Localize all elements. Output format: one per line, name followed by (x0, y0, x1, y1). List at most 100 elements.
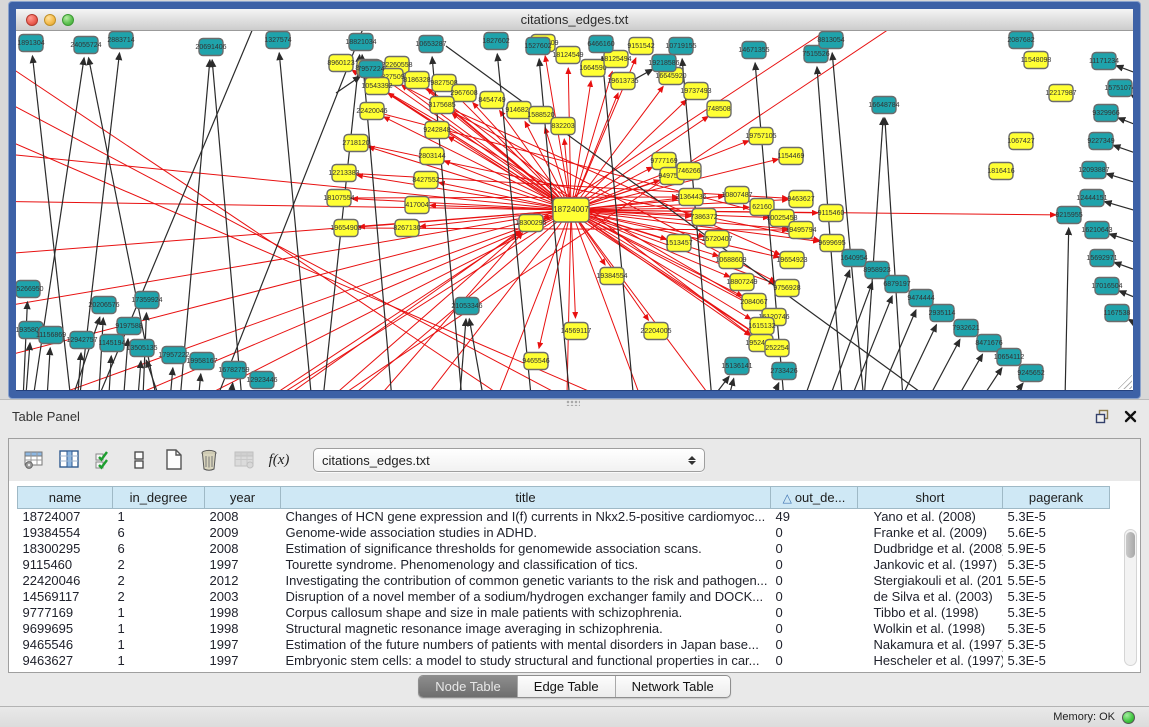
node-label: 19613735 (607, 78, 638, 85)
close-window-button[interactable] (26, 14, 38, 26)
node-label: 7957224 (357, 66, 384, 73)
node-label: 2733426 (770, 368, 797, 375)
table-row[interactable]: 946362711997Embryonic stem cells: a mode… (18, 653, 1110, 669)
node-label: 9242848 (423, 127, 450, 134)
node-label: 18300295 (515, 220, 546, 227)
node-label: 19495794 (785, 227, 816, 234)
node-label: 1327574 (264, 37, 291, 44)
node-label: 17359924 (131, 297, 162, 304)
node-table[interactable]: namein_degreeyeartitle△out_de...shortpag… (17, 486, 1110, 669)
table-scrollbar-thumb[interactable] (1126, 532, 1135, 558)
node-label: 22420046 (356, 108, 387, 115)
column-header-in_degree[interactable]: in_degree (113, 487, 205, 509)
table-row[interactable]: 969969511998Structural magnetic resonanc… (18, 621, 1110, 637)
node-label: 9329966 (1092, 110, 1119, 117)
import-table-disabled-icon (233, 449, 255, 471)
node-label: 2803144 (418, 153, 445, 160)
node-label: 12444151 (1076, 195, 1107, 202)
memory-status-label: Memory: OK (1053, 711, 1115, 723)
show-columns-icon[interactable] (58, 449, 80, 471)
dropdown-arrows-icon (688, 456, 696, 465)
node-label: 8960123 (327, 60, 354, 67)
create-column-icon[interactable] (163, 449, 185, 471)
node-label: 14671355 (738, 47, 769, 54)
node-label: 12093887 (1078, 167, 1109, 174)
column-header-year[interactable]: year (205, 487, 281, 509)
node-label: 9227349 (1087, 138, 1114, 145)
table-row[interactable]: 1456911722003Disruption of a novel membe… (18, 589, 1110, 605)
node-label: 748508 (707, 106, 730, 113)
graph-nodes[interactable]: 1872400789601238912954222605589827509818… (16, 32, 1133, 389)
node-label: 15692971 (1086, 255, 1117, 262)
node-label: 7932621 (952, 325, 979, 332)
node-label: 15751074 (1104, 85, 1133, 92)
column-header-out_de[interactable]: △out_de... (771, 487, 858, 509)
node-label: 7515526 (802, 51, 829, 58)
node-label: 20206576 (88, 302, 119, 309)
table-row[interactable]: 1872400712008Changes of HCN gene express… (18, 509, 1110, 526)
node-label: 11171234 (1089, 58, 1119, 65)
table-panel: Table Panel (0, 399, 1149, 706)
table-panel-body: f(x) citations_edges.txt namein_degreeye… (8, 438, 1141, 673)
delete-columns-icon[interactable] (198, 449, 220, 471)
node-label: 1067427 (1007, 138, 1034, 145)
table-header-row: namein_degreeyeartitle△out_de...shortpag… (18, 487, 1110, 509)
node-label: 8427552 (412, 177, 439, 184)
float-panel-icon[interactable] (1095, 409, 1110, 424)
tab-edge-table[interactable]: Edge Table (517, 676, 615, 697)
column-header-pagerank[interactable]: pagerank (1003, 487, 1110, 509)
node-label: 12217987 (1045, 90, 1076, 97)
node-label: 1615132 (748, 323, 775, 330)
table-row[interactable]: 1938455462009Genome-wide association stu… (18, 525, 1110, 541)
node-label: 18107554 (323, 195, 354, 202)
table-row[interactable]: 977716911998Corpus callosum shape and si… (18, 605, 1110, 621)
node-table-container: namein_degreeyeartitle△out_de...shortpag… (9, 481, 1140, 672)
table-row[interactable]: 1830029562008Estimation of significance … (18, 541, 1110, 557)
node-label: 19654923 (776, 257, 807, 264)
memory-status-indicator[interactable] (1122, 711, 1135, 724)
table-row[interactable]: 2242004622012Investigating the contribut… (18, 573, 1110, 589)
table-row[interactable]: 946554611997Estimation of the future num… (18, 637, 1110, 653)
node-label: 21364436 (675, 194, 706, 201)
node-label: 1167538 (1104, 310, 1131, 317)
table-scrollbar[interactable] (1124, 529, 1137, 666)
table-source-value: citations_edges.txt (322, 453, 430, 468)
node-label: 18821034 (345, 39, 376, 46)
column-header-name[interactable]: name (18, 487, 113, 509)
column-header-title[interactable]: title (281, 487, 771, 509)
node-label: 9151542 (627, 43, 654, 50)
table-row[interactable]: 911546021997Tourette syndrome. Phenomeno… (18, 557, 1110, 573)
tab-node-table[interactable]: Node Table (419, 676, 517, 697)
node-label: 6466160 (587, 41, 614, 48)
node-label: 19384554 (596, 273, 627, 280)
node-label: 1891304 (17, 40, 44, 47)
node-label: 9115460 (818, 210, 845, 217)
row-height-icon[interactable] (128, 449, 150, 471)
node-label: 9197588 (115, 323, 142, 330)
table-tabs-row: Node TableEdge TableNetwork Table (0, 675, 1149, 698)
node-label: 20691406 (195, 44, 226, 51)
column-header-short[interactable]: short (858, 487, 1003, 509)
node-label: 9699695 (818, 240, 845, 247)
citation-graph[interactable]: 1872400789601238912954222605589827509818… (16, 31, 1133, 390)
table-panel-header: Table Panel (0, 400, 1149, 432)
close-panel-icon[interactable] (1124, 410, 1137, 423)
select-columns-icon[interactable] (93, 449, 115, 471)
node-label: 9463627 (787, 196, 814, 203)
node-label: 13505135 (126, 345, 157, 352)
minimize-window-button[interactable] (44, 14, 56, 26)
node-label: 8267130 (393, 225, 420, 232)
network-canvas[interactable]: 1872400789601238912954222605589827509818… (16, 31, 1133, 390)
table-source-dropdown[interactable]: citations_edges.txt (313, 448, 705, 472)
tab-network-table[interactable]: Network Table (615, 676, 730, 697)
node-label: 12942757 (66, 337, 97, 344)
table-mode-icon[interactable] (23, 449, 45, 471)
node-label: 11156869 (36, 332, 66, 339)
function-builder-icon[interactable]: f(x) (268, 449, 290, 471)
node-label: 3175685 (428, 102, 455, 109)
window-titlebar[interactable]: citations_edges.txt (16, 9, 1133, 31)
cytoscape-app: citations_edges.txt 18724007896012389129… (0, 0, 1149, 727)
window-title: citations_edges.txt (16, 9, 1133, 30)
node-label: 15136141 (721, 363, 752, 370)
zoom-window-button[interactable] (62, 14, 74, 26)
